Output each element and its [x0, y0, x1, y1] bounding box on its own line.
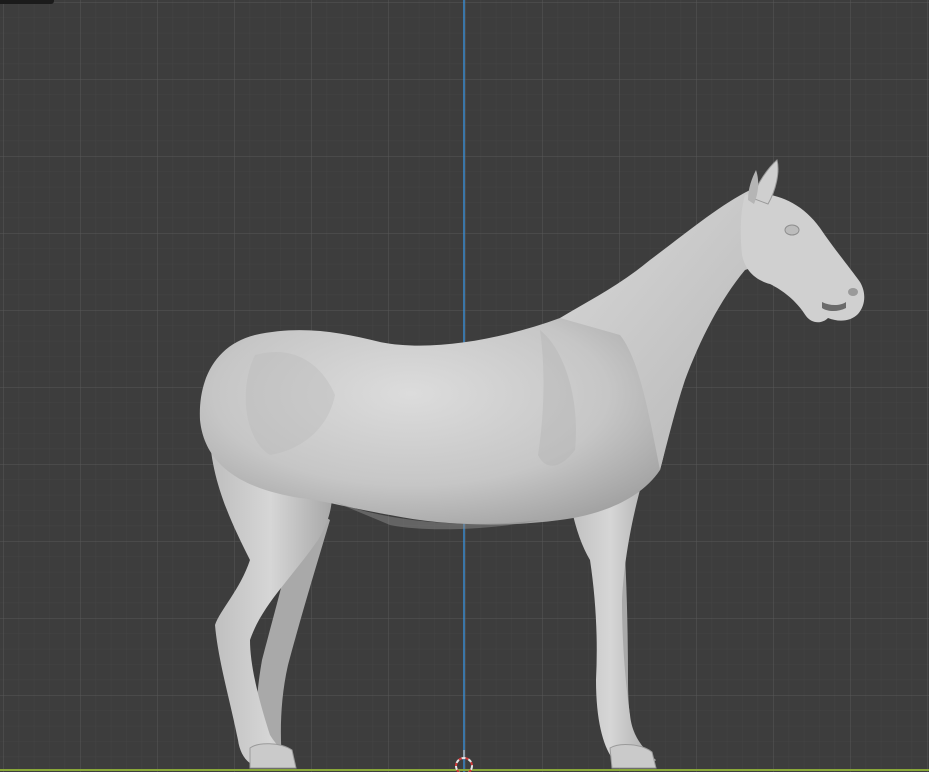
nostril	[848, 288, 858, 296]
eye	[784, 224, 800, 236]
3d-viewport[interactable]	[0, 0, 929, 772]
viewport-header-tab[interactable]	[0, 0, 54, 4]
viewport-canvas[interactable]	[0, 0, 929, 772]
